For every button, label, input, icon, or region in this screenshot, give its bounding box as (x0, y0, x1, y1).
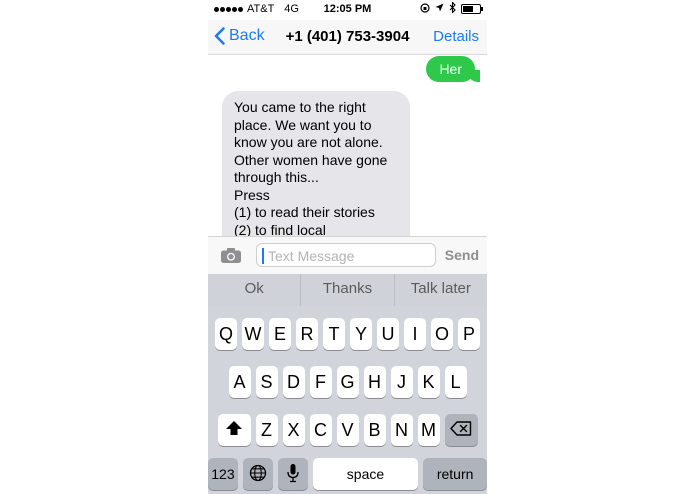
message-line: You came to the right (234, 99, 366, 115)
prediction-ok[interactable]: Ok (208, 274, 302, 306)
space-key[interactable]: space (312, 458, 419, 490)
prediction-talk-later[interactable]: Talk later (395, 274, 487, 306)
message-line: place. We want you to (234, 116, 372, 133)
keyboard-row-2: A S D F G H J K L (208, 366, 487, 398)
key-u[interactable]: U (377, 318, 399, 350)
key-k[interactable]: K (417, 366, 440, 398)
camera-icon[interactable] (220, 247, 242, 269)
text-message-field[interactable] (256, 243, 436, 267)
details-button[interactable]: Details (433, 28, 479, 45)
status-right (420, 1, 483, 16)
key-f[interactable]: F (309, 366, 332, 398)
keyboard: Ok Thanks Talk later Q W E R T Y U I O P… (208, 274, 487, 494)
return-key[interactable]: return (423, 458, 487, 490)
key-q[interactable]: Q (215, 318, 237, 350)
text-caret (262, 248, 264, 264)
delete-key[interactable] (444, 414, 478, 446)
key-y[interactable]: Y (350, 318, 372, 350)
location-icon (435, 3, 444, 15)
send-button[interactable]: Send (445, 247, 479, 263)
key-r[interactable]: R (296, 318, 318, 350)
key-c[interactable]: C (309, 414, 332, 446)
navigation-bar: Back +1 (401) 753-3904 Details (208, 20, 487, 55)
key-t[interactable]: T (323, 318, 345, 350)
key-w[interactable]: W (242, 318, 264, 350)
message-line: Press (234, 186, 270, 203)
battery-icon (461, 4, 483, 14)
key-d[interactable]: D (282, 366, 305, 398)
key-z[interactable]: Z (255, 414, 278, 446)
shift-icon (225, 420, 243, 441)
key-o[interactable]: O (431, 318, 453, 350)
keyboard-row-4: 123 space return (208, 458, 487, 490)
message-composer: Send (208, 236, 487, 275)
outgoing-message-bubble[interactable]: Her (426, 56, 480, 82)
text-message-input[interactable] (266, 245, 435, 267)
keyboard-row-1: Q W E R T Y U I O P (208, 318, 487, 350)
key-j[interactable]: J (390, 366, 413, 398)
globe-key[interactable] (242, 458, 273, 490)
key-i[interactable]: I (404, 318, 426, 350)
key-a[interactable]: A (228, 366, 251, 398)
dictation-key[interactable] (277, 458, 308, 490)
message-line: through this... (234, 169, 319, 185)
backspace-icon (450, 420, 472, 441)
bluetooth-icon (449, 1, 456, 16)
key-e[interactable]: E (269, 318, 291, 350)
key-b[interactable]: B (363, 414, 386, 446)
key-g[interactable]: G (336, 366, 359, 398)
key-v[interactable]: V (336, 414, 359, 446)
message-line: Other women have gone (234, 151, 388, 168)
microphone-icon (286, 463, 300, 486)
globe-icon (249, 464, 267, 485)
key-n[interactable]: N (390, 414, 413, 446)
keyboard-row-3: Z X C V B N M (208, 414, 487, 446)
shift-key[interactable] (217, 414, 251, 446)
key-p[interactable]: P (458, 318, 480, 350)
prediction-thanks[interactable]: Thanks (301, 274, 395, 306)
key-m[interactable]: M (417, 414, 440, 446)
numbers-key[interactable]: 123 (208, 458, 238, 490)
lock-rotation-icon (420, 2, 430, 16)
key-l[interactable]: L (444, 366, 467, 398)
phone-screen: AT&T 4G 12:05 PM Back +1 (401) 753-3904 … (208, 0, 487, 494)
message-line: (1) to read their stories (234, 204, 375, 220)
status-bar: AT&T 4G 12:05 PM (208, 0, 487, 18)
key-s[interactable]: S (255, 366, 278, 398)
message-line: know you are not alone. (234, 134, 383, 150)
predictive-bar: Ok Thanks Talk later (208, 274, 487, 306)
key-x[interactable]: X (282, 414, 305, 446)
key-h[interactable]: H (363, 366, 386, 398)
